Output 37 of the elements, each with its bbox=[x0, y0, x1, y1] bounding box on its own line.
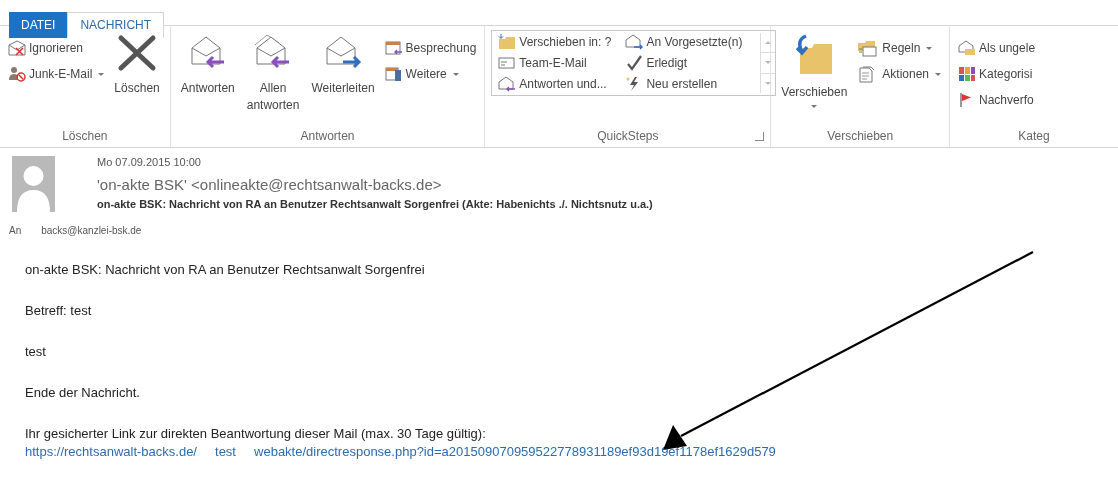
ribbon-button[interactable]: Regeln bbox=[855, 38, 943, 58]
group-label: QuickSteps bbox=[597, 129, 659, 143]
recipient-address: backs@kanzlei-bsk.de bbox=[41, 225, 142, 236]
ribbon-button[interactable]: Verschieben bbox=[777, 32, 852, 110]
message-date: Mo 07.09.2015 10:00 bbox=[97, 156, 202, 170]
ribbon-button[interactable]: Antworten und... bbox=[496, 74, 614, 93]
ribbon-button[interactable]: Verschieben in: ? bbox=[496, 33, 614, 52]
ribbon-button[interactable]: Aktionen bbox=[855, 64, 943, 84]
body-text: Ende der Nachricht. bbox=[25, 385, 141, 401]
message-subject: on-akte BSK: Nachricht von RA an Benutzer Rechtsanwalt Sorgenfrei (Akte: Habenichts ./. Nichtsnutz u.a.) bbox=[97, 198, 653, 210]
group-label: Löschen bbox=[62, 129, 108, 143]
body-text: Betreff: test bbox=[25, 303, 93, 319]
group-label: Verschieben bbox=[827, 129, 894, 143]
ribbon-button[interactable]: Weitere bbox=[382, 64, 479, 84]
ribbon-tab[interactable]: NACHRICHT bbox=[67, 12, 165, 38]
group-label: Kateg bbox=[1018, 129, 1050, 143]
sender-address: 'on-akte BSK' <onlineakte@rechtsanwalt-backs.de> bbox=[97, 176, 443, 195]
ribbon-button[interactable]: Neu erstellen bbox=[623, 74, 745, 93]
body-text: on-akte BSK: Nachricht von RA an Benutzer Rechtsanwalt Sorgenfrei bbox=[25, 262, 426, 278]
body-text: test bbox=[25, 344, 47, 360]
ribbon-button[interactable]: Erledigt bbox=[623, 53, 745, 73]
ribbon-button[interactable]: Weiterleiten bbox=[307, 32, 379, 99]
ribbon-button[interactable]: Antworten bbox=[176, 32, 239, 99]
ribbon-button[interactable]: An Vorgesetzte(n) bbox=[623, 33, 745, 52]
ribbon-button[interactable]: Team-E-Mail bbox=[496, 53, 614, 73]
ribbon-button[interactable]: Als ungele bbox=[956, 38, 1038, 58]
ribbon-button[interactable]: Kategorisi bbox=[956, 64, 1038, 84]
ribbon-button[interactable]: Besprechung bbox=[382, 38, 479, 58]
ribbon-button[interactable]: Allen antworten bbox=[242, 32, 304, 116]
group-label: Antworten bbox=[300, 129, 355, 143]
response-link[interactable]: https://rechtsanwalt-backs.de/ test webakte/directresponse.php?id=a201509070959522778931189ef93d19ef1178ef1629d579 bbox=[25, 444, 776, 460]
to-label: An bbox=[9, 225, 22, 236]
ribbon-button[interactable]: Junk-E-Mail bbox=[6, 64, 107, 84]
ribbon-button[interactable]: Nachverfo bbox=[956, 90, 1038, 110]
ribbon-button[interactable]: Ignorieren bbox=[6, 38, 107, 58]
file-tab[interactable]: DATEI bbox=[9, 12, 68, 38]
body-text: Ihr gesicherter Link zur direkten Beantwortung dieser Mail (max. 30 Tage gültig): bbox=[25, 426, 487, 442]
